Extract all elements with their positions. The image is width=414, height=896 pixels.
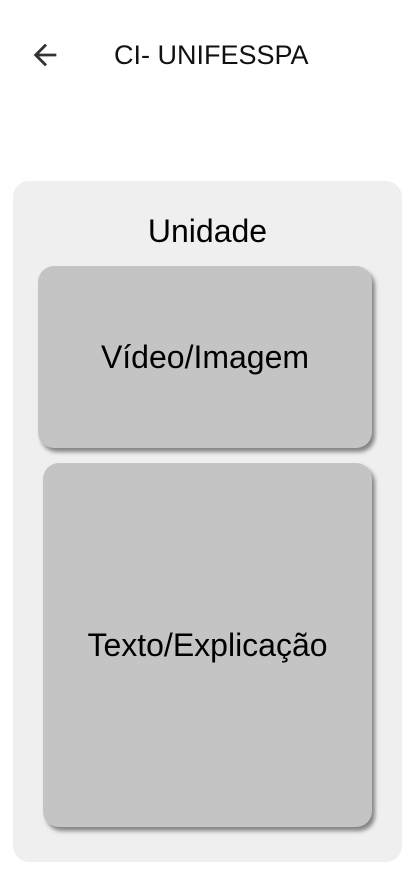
arrow-left-icon [33,43,57,67]
unit-panel: Unidade Vídeo/Imagem Texto/Explicação [13,181,402,862]
back-button[interactable] [26,36,64,74]
page-title: CI- UNIFESSPA [114,40,309,70]
unit-heading: Unidade [147,213,268,249]
card-label: Vídeo/Imagem [100,338,310,375]
text-explanation-card[interactable]: Texto/Explicação [43,463,372,827]
card-label: Texto/Explicação [87,626,328,663]
video-image-card[interactable]: Vídeo/Imagem [38,266,372,448]
